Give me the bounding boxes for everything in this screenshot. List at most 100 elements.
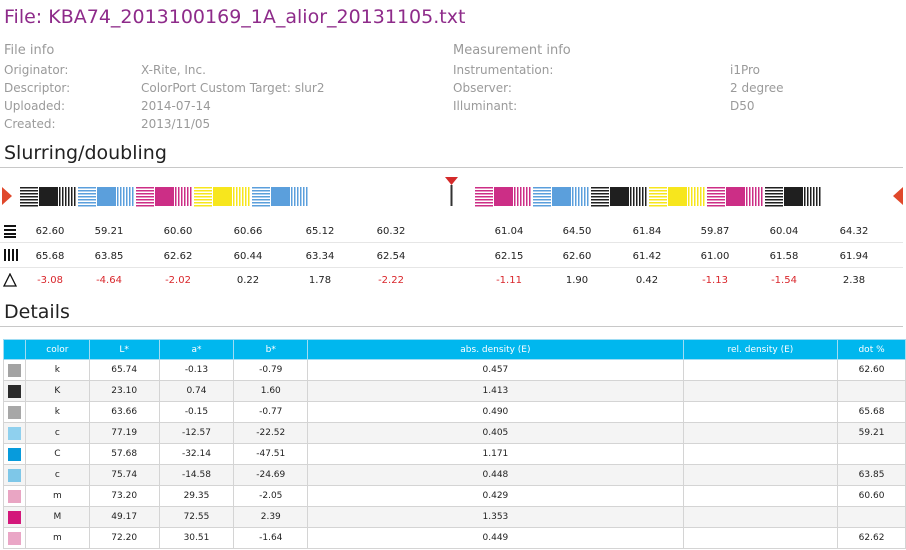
l-cell: 49.17: [88, 506, 160, 528]
patch-line: [65, 187, 67, 206]
patch-line: [120, 187, 122, 206]
patch-line: [136, 190, 154, 192]
a-cell: -0.15: [158, 401, 235, 423]
illuminant-label: Illuminant:: [453, 99, 518, 113]
measurement-value: 1.90: [565, 275, 589, 286]
patch-line: [575, 187, 577, 206]
color-swatch: [7, 447, 21, 461]
patch-line: [707, 199, 725, 201]
patch-line: [591, 199, 609, 201]
patch-line: [475, 187, 493, 189]
patch-line: [749, 187, 751, 206]
patch-line: [239, 187, 241, 206]
patch-line: [765, 199, 783, 201]
solid-patch: [494, 187, 513, 206]
details-divider: [0, 326, 903, 327]
solid-patch: [668, 187, 687, 206]
measurement-value: 1.78: [308, 275, 332, 286]
patch-line: [303, 187, 305, 206]
measurement-info-heading: Measurement info: [453, 43, 571, 58]
patch-line: [475, 199, 493, 201]
patch-line: [804, 187, 806, 206]
patch-line: [136, 187, 154, 189]
observer-label: Observer:: [453, 81, 512, 95]
patch-line: [242, 187, 244, 206]
abs-density-cell: 0.405: [307, 422, 684, 444]
b-cell: -0.77: [233, 401, 309, 423]
patch-line: [129, 187, 131, 206]
b-cell: -2.05: [233, 485, 309, 507]
measurement-value: 62.62: [163, 251, 193, 262]
patch-line: [649, 199, 667, 201]
measurement-value: 60.60: [163, 226, 193, 237]
rel-density-cell: [682, 422, 839, 444]
patch-line: [765, 187, 783, 189]
swatch-cell: [3, 527, 26, 549]
row-divider: [0, 267, 903, 268]
patch-line: [533, 199, 551, 201]
measurement-value: 62.60: [562, 251, 592, 262]
measurement-value: 61.00: [700, 251, 730, 262]
measurement-value: 0.42: [635, 275, 659, 286]
patch-line: [20, 193, 38, 195]
patch-line: [194, 196, 212, 198]
patch-line: [761, 187, 763, 206]
dot-percent-cell: [837, 380, 906, 402]
patch-line: [688, 187, 690, 206]
l-cell: 73.20: [88, 485, 160, 507]
patch-line: [71, 187, 73, 206]
measurement-value: 60.32: [376, 226, 406, 237]
color-swatch: [7, 363, 21, 377]
patch-line: [746, 187, 748, 206]
slurring-divider: [0, 167, 903, 168]
patch-line: [633, 187, 635, 206]
rel-density-cell: [682, 443, 839, 465]
dot-percent-cell: [837, 506, 906, 528]
table-row: C 57.68 -32.14 -47.51 1.171: [3, 443, 906, 465]
swatch-cell: [3, 422, 26, 444]
vertical-lines-patch: [514, 187, 531, 206]
dot-percent-cell: [837, 443, 906, 465]
b-cell: -1.64: [233, 527, 309, 549]
patch-line: [252, 190, 270, 192]
patch-line: [707, 193, 725, 195]
measurement-value: 2.38: [842, 275, 866, 286]
patch-line: [194, 193, 212, 195]
horizontal-lines-patch: [20, 187, 38, 207]
measurement-value: -1.54: [771, 275, 797, 286]
horizontal-lines-patch: [649, 187, 667, 207]
patch-line: [755, 187, 757, 206]
patch-line: [700, 187, 702, 206]
swatch-cell: [3, 506, 26, 528]
patch-line: [132, 187, 134, 206]
a-cell: -0.13: [158, 359, 235, 381]
patch-line: [533, 193, 551, 195]
abs-density-cell: 1.413: [307, 380, 684, 402]
column-header-color: color: [24, 339, 90, 360]
patch-line: [20, 196, 38, 198]
patch-line: [175, 187, 177, 206]
horizontal-lines-patch: [475, 187, 493, 207]
measurement-value: -1.11: [496, 275, 522, 286]
column-header-a: a*: [158, 339, 235, 360]
measurement-value: 61.94: [839, 251, 869, 262]
patch-line: [78, 202, 96, 204]
originator-value: X-Rite, Inc.: [141, 63, 206, 77]
measurement-value: -2.22: [378, 275, 404, 286]
table-row: k 63.66 -0.15 -0.77 0.490 65.68: [3, 401, 906, 423]
descriptor-label: Descriptor:: [4, 81, 71, 95]
color-swatch: [7, 510, 21, 524]
measurement-value: 0.22: [236, 275, 260, 286]
b-cell: -0.79: [233, 359, 309, 381]
patch-line: [514, 187, 516, 206]
abs-density-cell: 0.448: [307, 464, 684, 486]
solid-patch: [726, 187, 745, 206]
dot-percent-cell: 65.68: [837, 401, 906, 423]
patch-line: [233, 187, 235, 206]
left-start-marker-icon: [2, 187, 12, 205]
swatch-cell: [3, 359, 26, 381]
patch-line: [591, 205, 609, 207]
uploaded-value: 2014-07-14: [141, 99, 211, 113]
patch-line: [20, 190, 38, 192]
vertical-lines-patch: [175, 187, 192, 206]
